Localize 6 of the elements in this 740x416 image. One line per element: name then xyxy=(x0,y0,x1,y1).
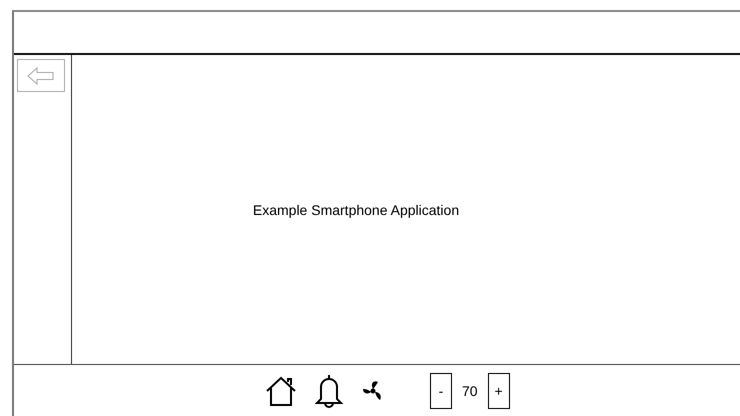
increase-button[interactable]: + xyxy=(488,372,510,408)
value-text: 70 xyxy=(462,382,478,398)
bell-icon[interactable] xyxy=(312,372,346,408)
content-text: Example Smartphone Application xyxy=(252,202,460,218)
left-arrow-icon xyxy=(26,66,56,86)
decrease-button[interactable]: - xyxy=(430,372,452,408)
